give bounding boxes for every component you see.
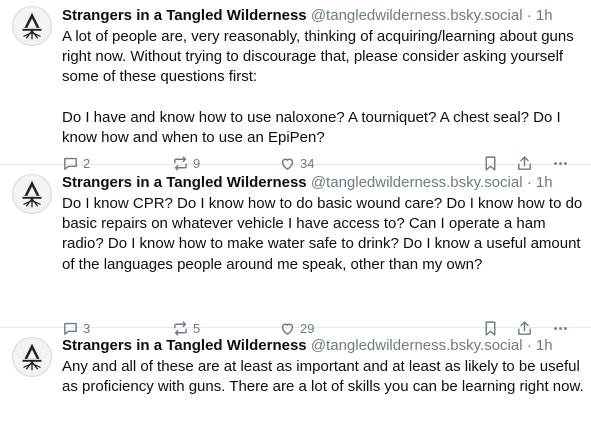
author-handle[interactable]: @tangledwilderness.bsky.social: [311, 337, 523, 354]
post-text: A lot of people are, very reasonably, th…: [62, 28, 574, 147]
post-3[interactable]: Strangers in a Tangled Wilderness @tangl…: [0, 328, 591, 446]
logo-tree-icon: [22, 180, 42, 208]
avatar[interactable]: [12, 337, 52, 377]
post-text: Do I know CPR? Do I know how to do basic…: [62, 195, 587, 273]
post-header: Strangers in a Tangled Wilderness @tangl…: [62, 173, 585, 193]
logo-tree-icon: [22, 343, 42, 371]
post-time[interactable]: 1h: [536, 7, 553, 24]
avatar[interactable]: [12, 174, 52, 214]
post-time[interactable]: 1h: [536, 174, 553, 191]
separator-dot: ·: [526, 337, 532, 354]
author-handle[interactable]: @tangledwilderness.bsky.social: [311, 7, 523, 24]
post-1[interactable]: Strangers in a Tangled Wilderness @tangl…: [0, 0, 591, 171]
post-2[interactable]: Strangers in a Tangled Wilderness @tangl…: [0, 165, 591, 336]
author-name[interactable]: Strangers in a Tangled Wilderness: [62, 337, 307, 354]
author-name[interactable]: Strangers in a Tangled Wilderness: [62, 174, 307, 191]
separator-dot: ·: [526, 174, 532, 191]
author-handle[interactable]: @tangledwilderness.bsky.social: [311, 174, 523, 191]
post-header: Strangers in a Tangled Wilderness @tangl…: [62, 6, 585, 26]
author-name[interactable]: Strangers in a Tangled Wilderness: [62, 7, 307, 24]
avatar[interactable]: [12, 6, 52, 46]
post-text: Any and all of these are at least as imp…: [62, 358, 584, 396]
post-time[interactable]: 1h: [536, 337, 553, 354]
separator-dot: ·: [526, 7, 532, 24]
post-header: Strangers in a Tangled Wilderness @tangl…: [62, 336, 585, 356]
thread-feed: Strangers in a Tangled Wilderness @tangl…: [0, 0, 591, 446]
logo-tree-icon: [22, 12, 42, 40]
